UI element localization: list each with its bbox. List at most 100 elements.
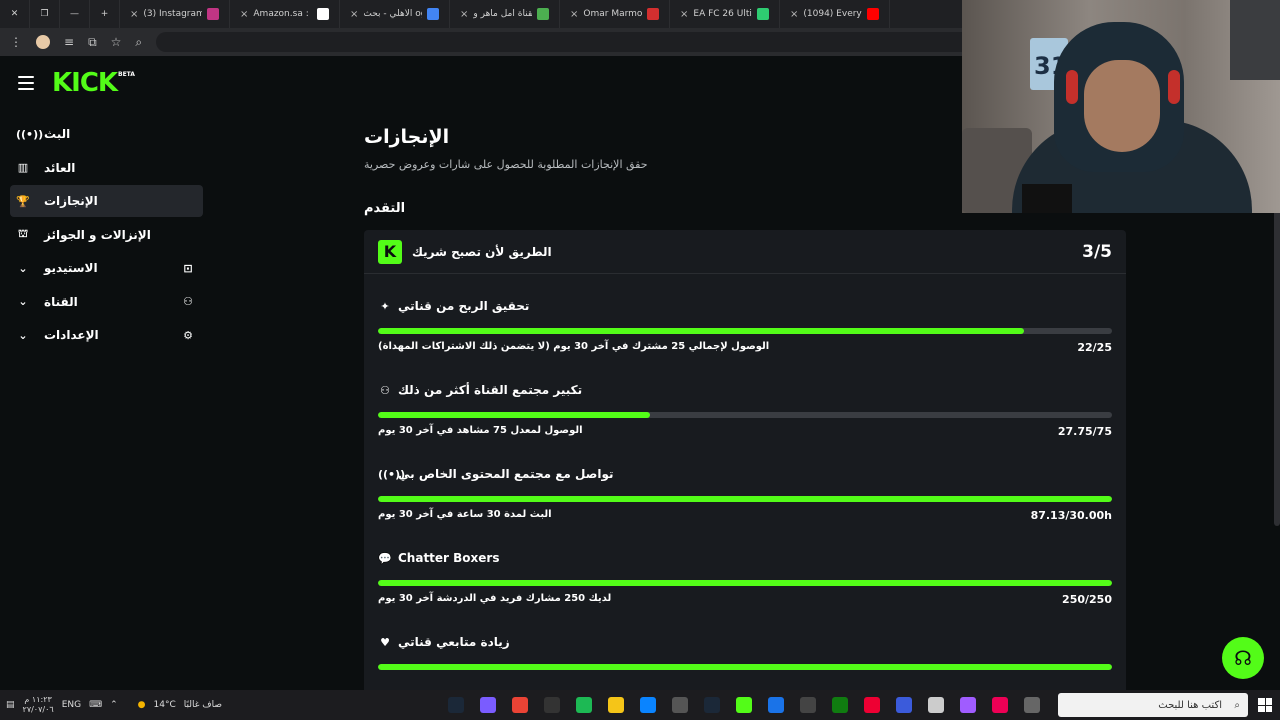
taskbar-app-icon[interactable] xyxy=(576,697,592,713)
browser-tab[interactable]: × EA FC 26 Ultimate xyxy=(670,0,780,28)
progress-bar xyxy=(378,328,1112,334)
sidebar-item[interactable]: ⌄ القناة ⚇ xyxy=(10,286,203,318)
taskbar-app-icon[interactable] xyxy=(640,697,656,713)
progress-fill xyxy=(378,664,1112,670)
taskbar-app-icon[interactable] xyxy=(448,697,464,713)
sidebar-item[interactable]: ⌄ الإعدادات ⚙ xyxy=(10,319,203,351)
tab-close-icon[interactable]: × xyxy=(350,9,358,20)
tab-favicon-icon xyxy=(427,8,439,20)
tab-close-icon[interactable]: × xyxy=(460,9,468,20)
close-window-icon[interactable]: ✕ xyxy=(0,0,30,28)
browser-tab[interactable]: × (1094) Every UFC xyxy=(780,0,890,28)
partner-path-card: K الطريق لأن تصبح شريك 3/5 ✦ تحقيق الربح… xyxy=(364,230,1126,690)
chevron-down-icon[interactable]: ⌄ xyxy=(16,329,30,342)
language-indicator[interactable]: ENG xyxy=(62,700,81,710)
browser-tab[interactable]: × Omar Marmoush xyxy=(560,0,670,28)
gear-icon: ⚙ xyxy=(183,328,193,342)
temperature[interactable]: 14°C xyxy=(154,700,176,710)
taskbar-apps xyxy=(440,697,1048,713)
webcam-overlay: 31 xyxy=(962,0,1280,213)
address-field[interactable] xyxy=(156,32,977,52)
goal-description: البث لمدة 30 ساعة في آخر 30 يوم xyxy=(378,509,552,520)
sidebar-item[interactable]: ⛫ الإنزالات و الجوائز xyxy=(10,219,203,251)
chart-icon: ▥ xyxy=(17,161,29,174)
search-icon: ⌕ xyxy=(1234,699,1240,711)
chevron-up-icon[interactable]: ⌃ xyxy=(110,700,118,710)
sidebar-item[interactable]: ⌄ الاستيديو ⊡ xyxy=(10,252,203,284)
tab-favicon-icon xyxy=(317,8,329,20)
tab-label: EA FC 26 Ultimate xyxy=(693,9,752,19)
browser-tab[interactable]: × القناة امل ماهر و xyxy=(450,0,560,28)
goal-value: 27.75/75 xyxy=(1057,425,1112,438)
browser-tab[interactable]: × (3) Instagram xyxy=(120,0,230,28)
taskbar-app-icon[interactable] xyxy=(832,697,848,713)
progress-fill xyxy=(378,496,1112,502)
taskbar-app-icon[interactable] xyxy=(480,697,496,713)
bookmark-star-icon[interactable]: ☆ xyxy=(111,35,122,49)
windows-taskbar: ▤ ١١:٢٣ م ٢٧/٠٧/٠٦ ENG ⌨ ⌃ ● 14°C صاف غا… xyxy=(0,690,1280,720)
new-tab-button[interactable]: + xyxy=(90,0,120,28)
network-icon[interactable]: ⌨ xyxy=(89,700,102,710)
tab-favicon-icon xyxy=(867,8,879,20)
tab-label: Amazon.sa : sony xyxy=(253,9,312,19)
chevron-down-icon[interactable]: ⌄ xyxy=(16,262,30,275)
windows-start-icon[interactable] xyxy=(1258,698,1272,712)
taskbar-search[interactable]: اكتب هنا للبحث ⌕ xyxy=(1058,693,1248,717)
browser-tab[interactable]: × الأهلي - بحث ogle xyxy=(340,0,450,28)
taskbar-app-icon[interactable] xyxy=(864,697,880,713)
taskbar-app-icon[interactable] xyxy=(800,697,816,713)
taskbar-app-icon[interactable] xyxy=(544,697,560,713)
taskbar-app-icon[interactable] xyxy=(960,697,976,713)
goal-description: لديك 250 مشارك فريد في الدردشة آخر 30 يو… xyxy=(378,593,612,604)
extensions-icon[interactable]: ⧉ xyxy=(88,35,97,50)
taskbar-app-icon[interactable] xyxy=(992,697,1008,713)
sidebar-item-label: الإنزالات و الجوائز xyxy=(44,227,151,242)
tab-close-icon[interactable]: × xyxy=(570,9,578,20)
tab-close-icon[interactable]: × xyxy=(680,9,688,20)
achievement-goal: ((•)) تواصل مع مجتمع المحتوى الخاص بي ال… xyxy=(364,442,1126,526)
weather-text[interactable]: صاف غالبًا xyxy=(184,700,222,710)
goal-title: زيادة متابعي قناتي xyxy=(398,635,510,649)
goal-title: Chatter Boxers xyxy=(398,551,500,565)
taskbar-app-icon[interactable] xyxy=(768,697,784,713)
goal-title: تواصل مع مجتمع المحتوى الخاص بي xyxy=(398,467,614,481)
kick-logo[interactable]: KICK xyxy=(52,68,118,98)
tab-close-icon[interactable]: × xyxy=(240,9,248,20)
card-title: الطريق لأن تصبح شريك xyxy=(412,244,552,259)
streamer-face xyxy=(1084,60,1160,152)
chevron-down-icon[interactable]: ⌄ xyxy=(16,295,30,308)
hamburger-menu-icon[interactable] xyxy=(18,76,34,90)
achievement-goal: ⚇ تكبير مجتمع القناة أكثر من ذلك الوصول … xyxy=(364,358,1126,442)
taskbar-app-icon[interactable] xyxy=(736,697,752,713)
notifications-icon[interactable]: ▤ xyxy=(6,700,15,710)
progress-fill xyxy=(378,412,650,418)
clock[interactable]: ١١:٢٣ م ٢٧/٠٧/٠٦ xyxy=(23,695,54,715)
zoom-icon[interactable]: ⌕ xyxy=(135,35,142,50)
tab-favicon-icon xyxy=(537,8,549,20)
sidebar-item[interactable]: ▥ العائد xyxy=(10,152,203,184)
taskbar-app-icon[interactable] xyxy=(928,697,944,713)
sidebar-item[interactable]: ((•)) البث xyxy=(10,118,203,150)
taskbar-app-icon[interactable] xyxy=(512,697,528,713)
taskbar-app-icon[interactable] xyxy=(608,697,624,713)
tab-label: القناة امل ماهر و xyxy=(473,9,532,19)
taskbar-app-icon[interactable] xyxy=(896,697,912,713)
taskbar-app-icon[interactable] xyxy=(704,697,720,713)
tab-close-icon[interactable]: × xyxy=(790,9,798,20)
sidebar-item[interactable]: 🏆 الإنجازات xyxy=(10,185,203,217)
restore-window-icon[interactable]: ❐ xyxy=(30,0,60,28)
taskbar-app-icon[interactable] xyxy=(672,697,688,713)
goals-list: ✦ تحقيق الربح من قناتي الوصول لإجمالي 25… xyxy=(364,274,1126,690)
achievement-goal: ✦ تحقيق الربح من قناتي الوصول لإجمالي 25… xyxy=(364,274,1126,358)
goal-description: الوصول لمعدل 75 مشاهد في آخر 30 يوم xyxy=(378,425,583,436)
browser-tab[interactable]: × Amazon.sa : sony xyxy=(230,0,340,28)
support-chat-button[interactable]: ☊ xyxy=(1222,637,1264,679)
tab-close-icon[interactable]: × xyxy=(130,9,138,20)
reading-list-icon[interactable]: ≡ xyxy=(64,35,74,49)
menu-dots-icon[interactable]: ⋮ xyxy=(10,35,22,49)
chat-icon: 💬 xyxy=(378,551,392,565)
minimize-window-icon[interactable]: — xyxy=(60,0,90,28)
taskbar-app-icon[interactable] xyxy=(1024,697,1040,713)
profile-avatar[interactable] xyxy=(36,35,50,49)
broadcast-icon: ((•)) xyxy=(16,127,44,141)
